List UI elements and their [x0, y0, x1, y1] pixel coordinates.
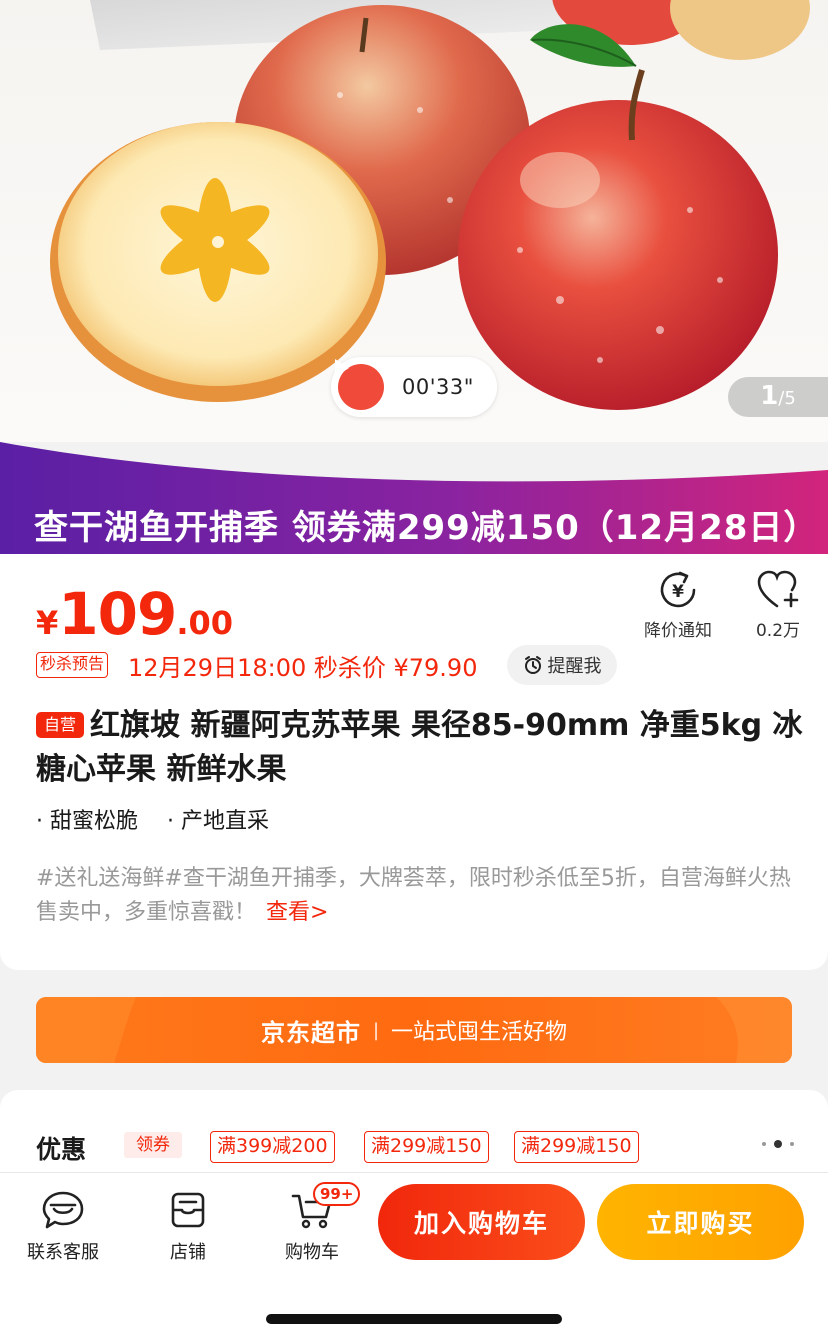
favorite-count: 0.2万	[755, 621, 801, 641]
product-features: · 甜蜜松脆 · 产地直采	[36, 803, 291, 835]
total-pages: /5	[778, 388, 796, 409]
cart-count-badge: 99+	[313, 1182, 361, 1206]
favorite-button[interactable]: 0.2万	[748, 568, 808, 641]
current-page: 1	[760, 381, 779, 411]
product-description: #送礼送海鲜#查干湖鱼开捕季，大牌荟萃，限时秒杀低至5折，自营海鲜火热售卖中，多…	[36, 862, 796, 930]
chat-bubble-icon	[42, 1191, 84, 1229]
feature-item: · 甜蜜松脆	[36, 809, 138, 834]
image-page-counter: 1 /5	[728, 377, 828, 417]
shop-button[interactable]: 店铺	[158, 1190, 218, 1264]
flash-sale-info: 12月29日18:00 秒杀价 ¥79.90	[128, 654, 478, 682]
customer-service-button[interactable]: 联系客服	[24, 1190, 102, 1264]
jd-supermarket-banner[interactable]: 京东超市 | 一站式囤生活好物	[36, 997, 792, 1063]
price-alert-button[interactable]: ¥ 降价通知	[640, 568, 716, 641]
play-icon[interactable]	[335, 359, 384, 410]
coupon-item[interactable]: 满299减150	[514, 1131, 639, 1163]
jd-supermarket-slogan: 一站式囤生活好物	[391, 1020, 568, 1045]
buy-now-button[interactable]: 立即购买	[597, 1184, 804, 1260]
product-image-carousel[interactable]: 00'33" 1 /5	[0, 0, 828, 442]
coupon-item[interactable]: 满299减150	[364, 1131, 489, 1163]
coupon-more-dots[interactable]	[758, 1140, 798, 1148]
video-play-pill[interactable]: 00'33"	[331, 357, 497, 417]
customer-service-label: 联系客服	[27, 1242, 99, 1263]
add-to-cart-button[interactable]: 加入购物车	[378, 1184, 585, 1260]
jd-banner-separator: |	[372, 1019, 380, 1041]
cart-label: 购物车	[285, 1242, 339, 1263]
feature-item: · 产地直采	[167, 809, 269, 834]
shop-label: 店铺	[170, 1242, 206, 1263]
get-coupon-tag[interactable]: 领券	[124, 1132, 182, 1158]
home-indicator[interactable]	[266, 1314, 562, 1324]
product-title: 自营 红旗坡 新疆阿克苏苹果 果径85-90mm 净重5kg 冰糖心苹果 新鲜水果	[36, 704, 806, 792]
jd-supermarket-brand: 京东超市	[260, 1018, 361, 1047]
product-price: ¥109.00	[36, 580, 233, 648]
product-title-text: 红旗坡 新疆阿克苏苹果 果径85-90mm 净重5kg 冰糖心苹果 新鲜水果	[36, 708, 803, 787]
promo-banner-text: 查干湖鱼开捕季 领券满299减150（12月28日）	[34, 508, 819, 548]
shop-icon	[171, 1192, 205, 1228]
flash-sale-tag: 秒杀预告	[36, 652, 109, 678]
remind-me-button[interactable]: 提醒我	[507, 645, 617, 685]
coupon-item[interactable]: 满399减200	[210, 1131, 335, 1163]
price-alert-label: 降价通知	[644, 621, 712, 641]
coupon-section-title: 优惠	[36, 1135, 87, 1164]
price-decimal: .00	[176, 604, 234, 642]
price-alert-icon: ¥	[660, 571, 696, 608]
view-more-link[interactable]: 查看>	[266, 900, 328, 925]
self-operated-badge: 自营	[36, 712, 84, 738]
alarm-clock-icon	[524, 656, 541, 674]
description-text: #送礼送海鲜#查干湖鱼开捕季，大牌荟萃，限时秒杀低至5折，自营海鲜火热售卖中，多…	[36, 866, 791, 925]
video-duration: 00'33"	[402, 375, 474, 399]
price-integer: 109	[58, 580, 177, 648]
currency-symbol: ¥	[36, 604, 59, 642]
remind-me-label: 提醒我	[547, 656, 602, 677]
svg-text:¥: ¥	[672, 582, 684, 602]
heart-plus-icon	[757, 570, 799, 608]
